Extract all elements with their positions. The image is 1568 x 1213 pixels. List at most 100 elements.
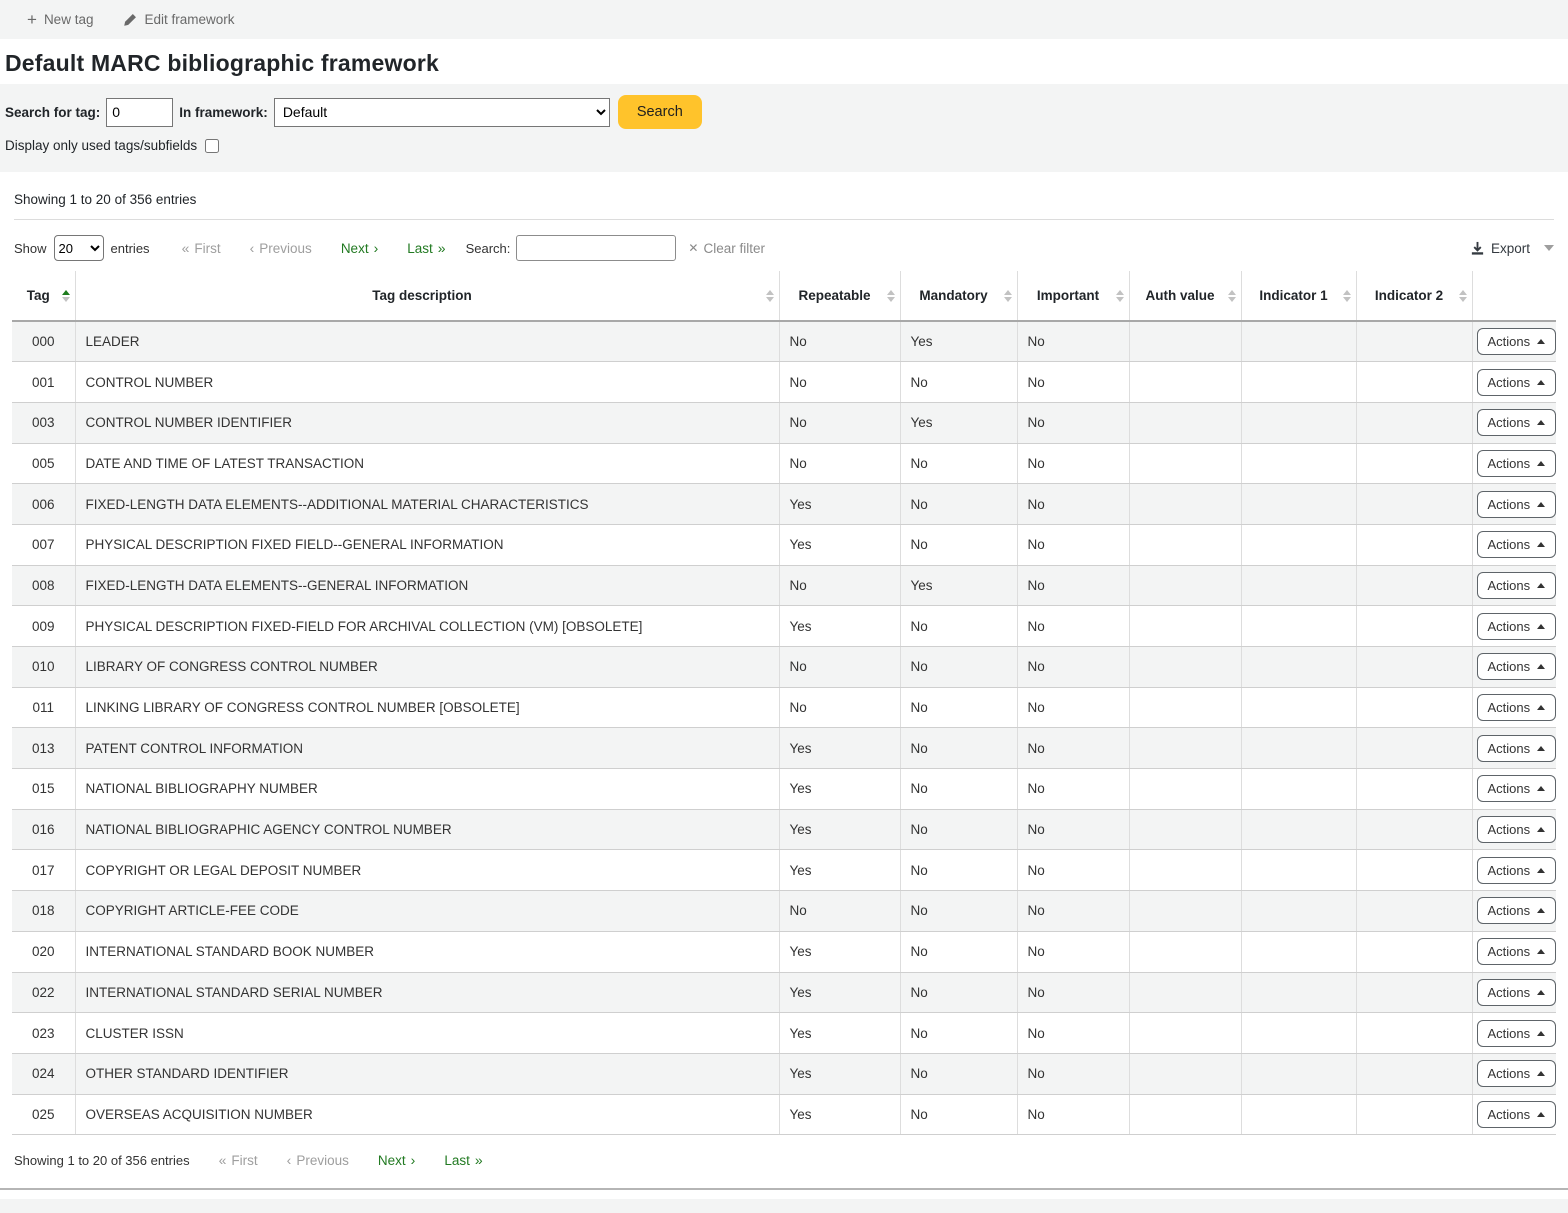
actions-button[interactable]: Actions: [1477, 775, 1557, 802]
actions-button[interactable]: Actions: [1477, 735, 1557, 762]
tag-description-cell: OVERSEAS ACQUISITION NUMBER: [75, 1094, 779, 1135]
indicator-1-cell: [1241, 484, 1356, 525]
column-header-important[interactable]: Important: [1017, 271, 1129, 321]
table-row: 010 LIBRARY OF CONGRESS CONTROL NUMBER N…: [12, 647, 1556, 688]
table-row: 023 CLUSTER ISSN Yes No No Actions: [12, 1013, 1556, 1054]
repeatable-cell: Yes: [779, 1013, 900, 1054]
caret-up-icon: [1537, 908, 1545, 913]
column-header-tag-description[interactable]: Tag description: [75, 271, 779, 321]
first-page-button[interactable]: «First: [182, 240, 221, 256]
tag-cell: 001: [12, 362, 75, 403]
table-filter-input[interactable]: [516, 235, 676, 261]
caret-up-icon: [1537, 705, 1545, 710]
important-cell: No: [1017, 443, 1129, 484]
important-cell: No: [1017, 402, 1129, 443]
next-page-button[interactable]: Next›: [378, 1152, 415, 1168]
indicator-1-cell: [1241, 809, 1356, 850]
table-row: 001 CONTROL NUMBER No No No Actions: [12, 362, 1556, 403]
entries-per-page-select[interactable]: 20: [54, 235, 104, 261]
framework-select[interactable]: Default: [274, 98, 610, 127]
tag-cell: 000: [12, 321, 75, 362]
actions-button[interactable]: Actions: [1477, 450, 1557, 477]
sort-icon: [1116, 290, 1124, 302]
important-cell: No: [1017, 728, 1129, 769]
export-button[interactable]: Export: [1470, 241, 1554, 256]
caret-up-icon: [1537, 339, 1545, 344]
mandatory-cell: No: [900, 850, 1017, 891]
show-label: Show: [14, 241, 47, 256]
actions-button[interactable]: Actions: [1477, 328, 1557, 355]
download-icon: [1470, 241, 1485, 256]
tag-description-cell: LINKING LIBRARY OF CONGRESS CONTROL NUMB…: [75, 687, 779, 728]
previous-page-button[interactable]: ‹Previous: [287, 1152, 349, 1168]
tag-cell: 009: [12, 606, 75, 647]
indicator-2-cell: [1356, 1053, 1472, 1094]
column-header-repeatable[interactable]: Repeatable: [779, 271, 900, 321]
indicator-2-cell: [1356, 484, 1472, 525]
search-button[interactable]: Search: [618, 95, 702, 129]
caret-up-icon: [1537, 664, 1545, 669]
display-only-row: Display only used tags/subfields: [5, 138, 1568, 153]
previous-page-button[interactable]: ‹Previous: [250, 240, 312, 256]
mandatory-cell: No: [900, 443, 1017, 484]
tag-cell: 025: [12, 1094, 75, 1135]
mandatory-cell: No: [900, 972, 1017, 1013]
table-header-row: Tag Tag description Repeatable Mandatory…: [12, 271, 1556, 321]
actions-button[interactable]: Actions: [1477, 409, 1557, 436]
first-page-button[interactable]: «First: [219, 1152, 258, 1168]
column-header-indicator-2[interactable]: Indicator 2: [1356, 271, 1472, 321]
sort-icon: [766, 290, 774, 302]
caret-up-icon: [1537, 624, 1545, 629]
actions-button[interactable]: Actions: [1477, 653, 1557, 680]
new-tag-button[interactable]: + New tag: [27, 11, 93, 28]
mandatory-cell: No: [900, 606, 1017, 647]
actions-button[interactable]: Actions: [1477, 897, 1557, 924]
display-only-checkbox[interactable]: [205, 139, 219, 153]
tag-description-cell: PHYSICAL DESCRIPTION FIXED-FIELD FOR ARC…: [75, 606, 779, 647]
chevron-double-right-icon: »: [438, 240, 446, 256]
actions-button[interactable]: Actions: [1477, 572, 1557, 599]
caret-up-icon: [1537, 868, 1545, 873]
actions-button[interactable]: Actions: [1477, 531, 1557, 558]
pagination-bottom: «First ‹Previous Next› Last»: [219, 1152, 483, 1168]
in-framework-label: In framework:: [179, 105, 268, 120]
caret-up-icon: [1537, 746, 1545, 751]
column-header-tag[interactable]: Tag: [12, 271, 75, 321]
column-header-indicator-1[interactable]: Indicator 1: [1241, 271, 1356, 321]
tag-cell: 022: [12, 972, 75, 1013]
clear-filter-button[interactable]: ✕ Clear filter: [688, 241, 765, 256]
repeatable-cell: Yes: [779, 728, 900, 769]
caret-up-icon: [1537, 827, 1545, 832]
actions-button[interactable]: Actions: [1477, 816, 1557, 843]
search-header: Search for tag: In framework: Default Se…: [0, 84, 1568, 172]
tag-search-input[interactable]: [106, 98, 173, 127]
caret-down-icon: [1544, 245, 1554, 251]
column-header-mandatory[interactable]: Mandatory: [900, 271, 1017, 321]
actions-button[interactable]: Actions: [1477, 979, 1557, 1006]
table-footer-controls: Showing 1 to 20 of 356 entries «First ‹P…: [0, 1135, 1568, 1168]
indicator-1-cell: [1241, 402, 1356, 443]
actions-button[interactable]: Actions: [1477, 1101, 1557, 1128]
edit-framework-button[interactable]: Edit framework: [123, 12, 234, 27]
last-page-button[interactable]: Last»: [444, 1152, 482, 1168]
actions-button[interactable]: Actions: [1477, 613, 1557, 640]
repeatable-cell: Yes: [779, 1053, 900, 1094]
indicator-1-cell: [1241, 1053, 1356, 1094]
table-row: 011 LINKING LIBRARY OF CONGRESS CONTROL …: [12, 687, 1556, 728]
last-page-button[interactable]: Last»: [407, 240, 445, 256]
actions-button[interactable]: Actions: [1477, 1020, 1557, 1047]
repeatable-cell: Yes: [779, 972, 900, 1013]
indicator-1-cell: [1241, 891, 1356, 932]
tag-description-cell: FIXED-LENGTH DATA ELEMENTS--GENERAL INFO…: [75, 565, 779, 606]
table-row: 016 NATIONAL BIBLIOGRAPHIC AGENCY CONTRO…: [12, 809, 1556, 850]
actions-button[interactable]: Actions: [1477, 857, 1557, 884]
caret-up-icon: [1537, 542, 1545, 547]
actions-button[interactable]: Actions: [1477, 694, 1557, 721]
actions-button[interactable]: Actions: [1477, 1060, 1557, 1087]
actions-button[interactable]: Actions: [1477, 938, 1557, 965]
column-header-auth-value[interactable]: Auth value: [1129, 271, 1241, 321]
actions-button[interactable]: Actions: [1477, 369, 1557, 396]
actions-button[interactable]: Actions: [1477, 491, 1557, 518]
next-page-button[interactable]: Next›: [341, 240, 378, 256]
tag-cell: 018: [12, 891, 75, 932]
